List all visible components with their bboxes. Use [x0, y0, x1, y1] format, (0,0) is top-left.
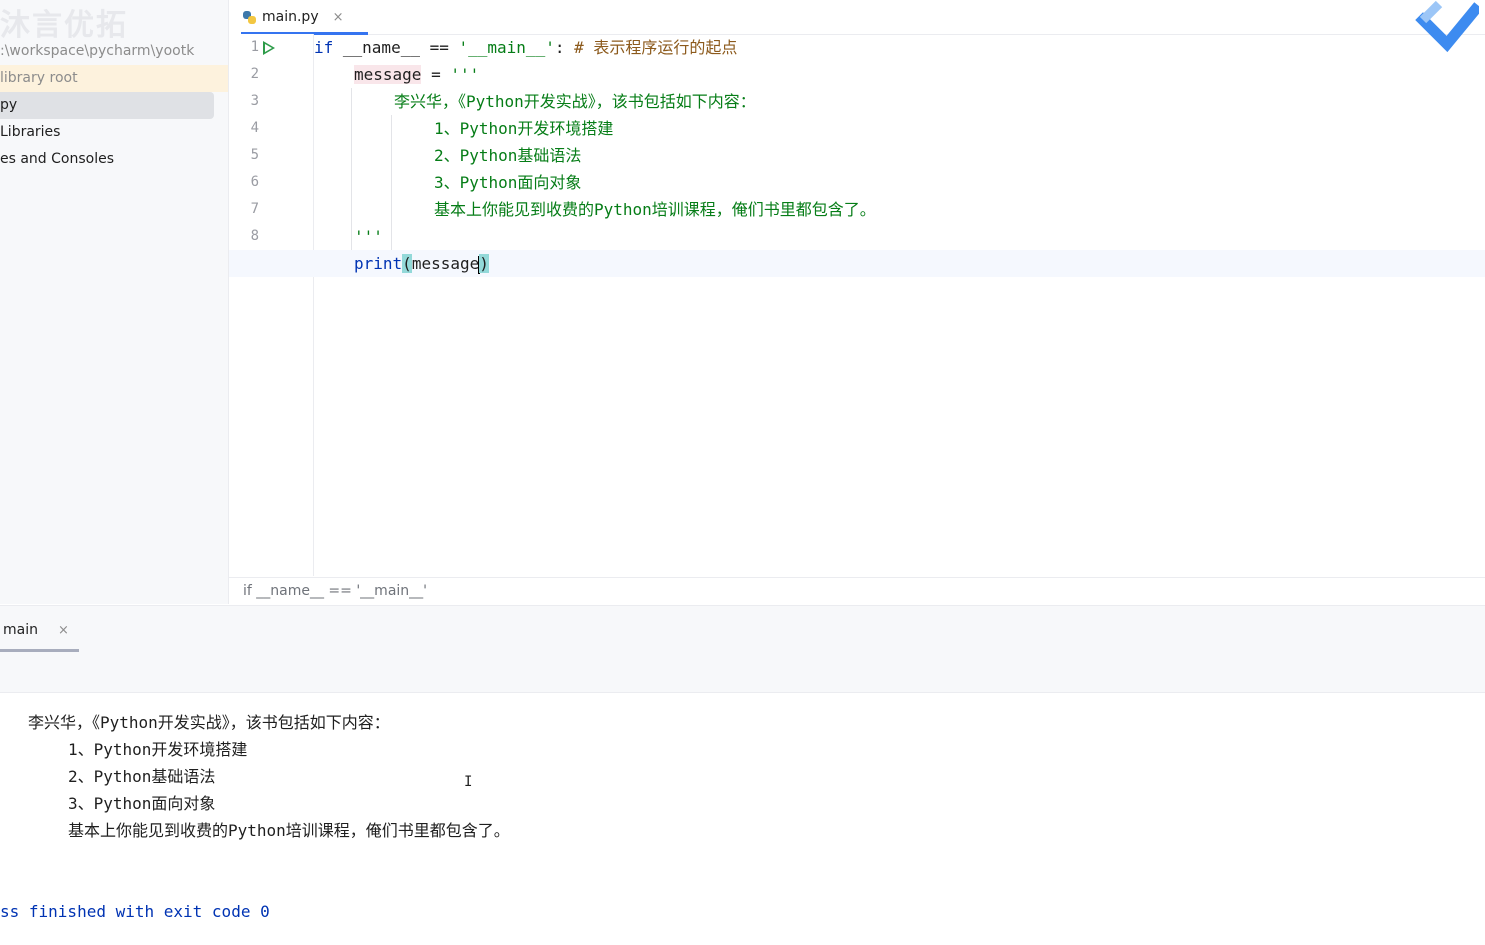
paren-close: ): [479, 254, 489, 273]
string-literal: '__main__': [458, 38, 555, 57]
output-line: 3、Python面向对象: [68, 794, 216, 813]
project-path[interactable]: :\workspace\pycharm\yootk: [0, 38, 228, 65]
triple-quote-open: ''': [450, 65, 480, 84]
tab-main-py[interactable]: main.py ×: [241, 0, 368, 35]
code-editor[interactable]: if __name__ == '__main__': # 表示程序运行的起点 m…: [229, 34, 1485, 576]
argument-message: message: [411, 254, 480, 273]
code-comment: # 表示程序运行的起点: [574, 38, 738, 57]
run-icon[interactable]: [263, 41, 275, 55]
code-line-5: 2、Python基础语法: [434, 146, 582, 165]
line-number: 1: [250, 39, 259, 55]
function-print: print: [354, 254, 403, 273]
mouse-cursor-icon: I: [464, 774, 473, 790]
output-line: 李兴华，《Python开发实战》，该书包括如下内容：: [28, 713, 390, 732]
variable-message: message: [354, 65, 422, 84]
line-number: 8: [250, 228, 259, 244]
project-sidebar: 沐言优拓 :\workspace\pycharm\yootk library r…: [0, 0, 229, 604]
close-icon[interactable]: ×: [58, 623, 69, 638]
paren-open: (: [402, 254, 412, 273]
breadcrumb[interactable]: if __name__ == '__main__': [229, 577, 1485, 605]
code-line-2: message = ''': [354, 61, 479, 88]
line-number: 3: [250, 93, 259, 109]
indent-guide: [391, 115, 392, 250]
line-number: 6: [250, 174, 259, 190]
code-line-6: 3、Python面向对象: [434, 173, 582, 192]
output-line: 1、Python开发环境搭建: [68, 740, 248, 759]
scratches-and-consoles-item[interactable]: es and Consoles: [0, 146, 228, 173]
output-line: 基本上你能见到收费的Python培训课程，俺们书里都包含了。: [68, 821, 510, 840]
editor-tab-bar: main.py ×: [229, 0, 1485, 35]
run-tab-label: main: [3, 622, 38, 638]
run-panel-header: main ×: [0, 606, 1485, 693]
dunder-name: __name__ ==: [333, 38, 459, 57]
run-tab-main[interactable]: main ×: [0, 616, 69, 644]
python-file-icon: [243, 10, 256, 24]
colon: :: [554, 38, 575, 57]
output-line: 2、Python基础语法: [68, 767, 216, 786]
run-panel: main × 李兴华，《Python开发实战》，该书包括如下内容： 1、Pyth…: [0, 605, 1485, 945]
external-libraries-item[interactable]: Libraries: [0, 119, 228, 146]
breadcrumb-label[interactable]: if __name__ == '__main__': [243, 583, 427, 599]
code-line-1: if __name__ == '__main__': # 表示程序运行的起点: [314, 34, 737, 61]
project-tree-selected-file[interactable]: py: [0, 92, 214, 119]
line-number: 2: [250, 66, 259, 82]
editor-gutter: 1 2 3 4 5 6 7 8 9: [229, 34, 314, 576]
line-number: 4: [250, 120, 259, 136]
keyword-if: if: [314, 38, 334, 57]
line-number: 5: [250, 147, 259, 163]
library-root-label: library root: [0, 65, 228, 92]
tab-label: main.py: [262, 9, 319, 25]
code-line-7: 基本上你能见到收费的Python培训课程，俺们书里都包含了。: [434, 200, 876, 219]
code-line-8: ''': [354, 227, 383, 246]
code-line-9: print(message): [354, 250, 489, 277]
indent-guide: [351, 88, 352, 250]
code-line-4: 1、Python开发环境搭建: [434, 119, 614, 138]
close-icon[interactable]: ×: [333, 10, 344, 25]
code-line-3: 李兴华，《Python开发实战》，该书包括如下内容：: [394, 92, 756, 111]
assign-operator: =: [421, 65, 451, 84]
exit-message: ss finished with exit code 0: [0, 902, 270, 921]
active-run-tab-indicator: [0, 649, 79, 652]
line-number: 7: [250, 201, 259, 217]
